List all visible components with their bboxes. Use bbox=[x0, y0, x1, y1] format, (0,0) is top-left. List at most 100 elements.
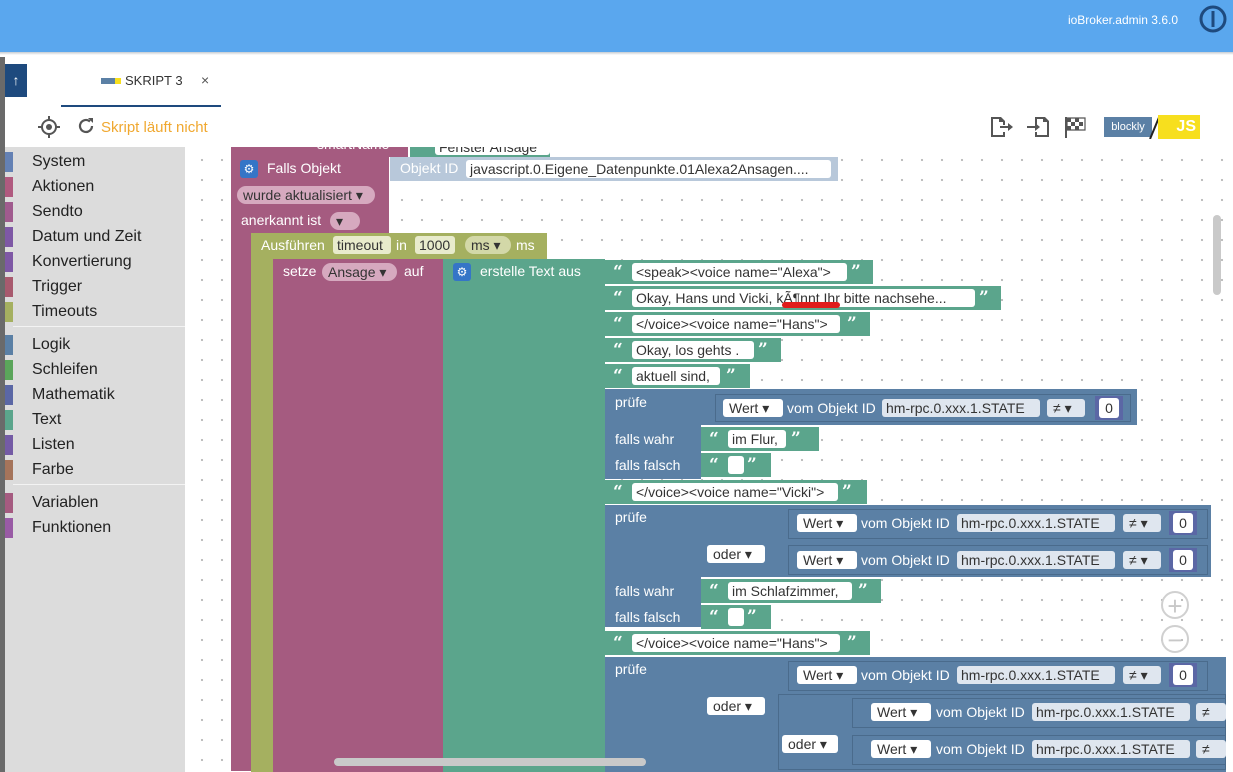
import-icon[interactable] bbox=[1026, 114, 1052, 140]
quote-close-icon: ” bbox=[726, 366, 736, 386]
quote-open-icon: “ bbox=[613, 314, 623, 334]
operator-dropdown[interactable]: ≠ bbox=[1196, 703, 1226, 721]
anerkannt-label: anerkannt ist bbox=[241, 212, 322, 228]
objekt-id-field[interactable]: javascript.0.Eigene_Datenpunkte.01Alexa2… bbox=[466, 160, 831, 178]
category-system[interactable]: System bbox=[5, 150, 185, 172]
mode-js[interactable]: JS bbox=[1158, 115, 1200, 139]
tab-skript-3[interactable]: SKRIPT 3 × bbox=[61, 57, 221, 107]
wert-dropdown[interactable]: Wert ▾ bbox=[871, 740, 931, 758]
quote-open-icon: “ bbox=[709, 455, 719, 475]
cut-text-field[interactable]: Fenster Ansage bbox=[435, 147, 550, 155]
category-timeouts[interactable]: Timeouts bbox=[5, 300, 185, 322]
text-field[interactable]: aktuell sind, bbox=[632, 367, 720, 385]
empty-text-field[interactable] bbox=[728, 456, 744, 474]
mode-switch[interactable]: blockly JS bbox=[1104, 115, 1200, 139]
state-field[interactable]: hm-rpc.0.xxx.1.STATE bbox=[957, 514, 1115, 532]
flag-icon[interactable] bbox=[1062, 114, 1088, 140]
gear-icon[interactable]: ⚙ bbox=[240, 160, 258, 178]
delay-field[interactable]: 1000 bbox=[415, 236, 455, 254]
horizontal-scrollbar[interactable] bbox=[334, 758, 646, 766]
state-field[interactable]: hm-rpc.0.xxx.1.STATE bbox=[1032, 740, 1190, 758]
ms-dropdown[interactable]: ms ▾ bbox=[465, 236, 511, 254]
quote-close-icon: ” bbox=[747, 455, 757, 475]
text-join-block[interactable] bbox=[443, 259, 605, 772]
category-konvertierung[interactable]: Konvertierung bbox=[5, 250, 185, 272]
app-version: ioBroker.admin 3.6.0 bbox=[1067, 13, 1178, 27]
operator-dropdown[interactable]: ≠ ▾ bbox=[1123, 666, 1161, 684]
variable-dropdown[interactable]: Ansage ▾ bbox=[322, 263, 397, 281]
iobroker-logo-icon[interactable] bbox=[1199, 5, 1227, 33]
category-listen[interactable]: Listen bbox=[5, 433, 185, 455]
quote-close-icon: ” bbox=[842, 482, 852, 502]
text-field[interactable]: <speak><voice name="Alexa"> bbox=[632, 263, 847, 281]
or-dropdown[interactable]: oder ▾ bbox=[782, 735, 838, 753]
number-field[interactable]: 0 bbox=[1173, 513, 1193, 533]
auf-label: auf bbox=[404, 263, 424, 279]
or-dropdown[interactable]: oder ▾ bbox=[707, 697, 765, 715]
quote-open-icon: “ bbox=[613, 340, 623, 360]
blockly-workspace[interactable]: smartName Fenster Ansage ⚙ Falls Objekt … bbox=[185, 147, 1226, 772]
number-field[interactable]: 0 bbox=[1173, 665, 1193, 685]
number-field[interactable]: 0 bbox=[1099, 398, 1119, 418]
category-logik[interactable]: Logik bbox=[5, 333, 185, 355]
vom-objekt-label: vom Objekt ID bbox=[861, 552, 950, 568]
category-farbe[interactable]: Farbe bbox=[5, 458, 185, 480]
wert-dropdown[interactable]: Wert ▾ bbox=[797, 551, 857, 569]
text-field[interactable]: </voice><voice name="Vicki"> bbox=[632, 483, 838, 501]
set-variable-block[interactable] bbox=[273, 259, 443, 772]
quote-close-icon: ” bbox=[847, 314, 857, 334]
category-text[interactable]: Text bbox=[5, 408, 185, 430]
tab-close-icon[interactable]: × bbox=[201, 72, 209, 88]
gear-icon[interactable]: ⚙ bbox=[453, 263, 471, 281]
text-field[interactable]: Okay, los gehts . bbox=[632, 341, 754, 359]
zoom-in-icon[interactable]: + bbox=[1161, 591, 1189, 619]
text-field[interactable]: im Flur, bbox=[728, 430, 786, 448]
block-categories: System Aktionen Sendto Datum und Zeit Ko… bbox=[5, 147, 185, 772]
category-mathematik[interactable]: Mathematik bbox=[5, 383, 185, 405]
falls-falsch-label: falls falsch bbox=[615, 457, 681, 473]
or-dropdown[interactable]: oder ▾ bbox=[707, 545, 765, 563]
wert-dropdown[interactable]: Wert ▾ bbox=[797, 666, 857, 684]
category-funktionen[interactable]: Funktionen bbox=[5, 516, 185, 538]
category-datum-und-zeit[interactable]: Datum und Zeit bbox=[5, 225, 185, 247]
wert-dropdown[interactable]: Wert ▾ bbox=[723, 399, 783, 417]
category-schleifen[interactable]: Schleifen bbox=[5, 358, 185, 380]
collapse-up-button[interactable]: ↑ bbox=[5, 64, 27, 97]
text-field[interactable]: </voice><voice name="Hans"> bbox=[632, 315, 840, 333]
vom-objekt-label: vom Objekt ID bbox=[787, 400, 876, 416]
reload-icon[interactable] bbox=[76, 116, 96, 136]
quote-close-icon: ” bbox=[847, 633, 857, 653]
state-field[interactable]: hm-rpc.0.xxx.1.STATE bbox=[957, 551, 1115, 569]
mode-blockly[interactable]: blockly bbox=[1104, 117, 1152, 137]
timeout-name-field[interactable]: timeout bbox=[333, 236, 391, 254]
text-field[interactable]: im Schlafzimmer, bbox=[728, 582, 852, 600]
category-sendto[interactable]: Sendto bbox=[5, 200, 185, 222]
wert-dropdown[interactable]: Wert ▾ bbox=[797, 514, 857, 532]
state-field[interactable]: hm-rpc.0.xxx.1.STATE bbox=[882, 399, 1040, 417]
quote-open-icon: “ bbox=[613, 633, 623, 653]
category-aktionen[interactable]: Aktionen bbox=[5, 175, 185, 197]
number-field[interactable]: 0 bbox=[1173, 550, 1193, 570]
falls-objekt-label: Falls Objekt bbox=[267, 160, 341, 176]
category-trigger[interactable]: Trigger bbox=[5, 275, 185, 297]
operator-dropdown[interactable]: ≠ ▾ bbox=[1047, 399, 1085, 417]
text-field[interactable]: </voice><voice name="Hans"> bbox=[632, 634, 840, 652]
operator-dropdown[interactable]: ≠ ▾ bbox=[1123, 514, 1161, 532]
state-field[interactable]: hm-rpc.0.xxx.1.STATE bbox=[957, 666, 1115, 684]
state-field[interactable]: hm-rpc.0.xxx.1.STATE bbox=[1032, 703, 1190, 721]
ack-dropdown[interactable]: ▾ bbox=[330, 212, 360, 230]
operator-dropdown[interactable]: ≠ bbox=[1196, 740, 1226, 758]
target-icon[interactable] bbox=[38, 116, 60, 138]
falls-wahr-label: falls wahr bbox=[615, 583, 675, 599]
export-icon[interactable] bbox=[988, 114, 1014, 140]
category-variablen[interactable]: Variablen bbox=[5, 491, 185, 513]
zoom-out-icon[interactable]: − bbox=[1161, 625, 1189, 653]
empty-text-field[interactable] bbox=[728, 608, 744, 626]
pruefe-label: prüfe bbox=[615, 394, 647, 410]
objekt-id-label: Objekt ID bbox=[400, 160, 459, 176]
wert-dropdown[interactable]: Wert ▾ bbox=[871, 703, 931, 721]
trigger-type-dropdown[interactable]: wurde aktualisiert ▾ bbox=[237, 186, 375, 204]
operator-dropdown[interactable]: ≠ ▾ bbox=[1123, 551, 1161, 569]
vertical-scrollbar[interactable] bbox=[1213, 215, 1221, 295]
setze-label: setze bbox=[283, 263, 317, 279]
